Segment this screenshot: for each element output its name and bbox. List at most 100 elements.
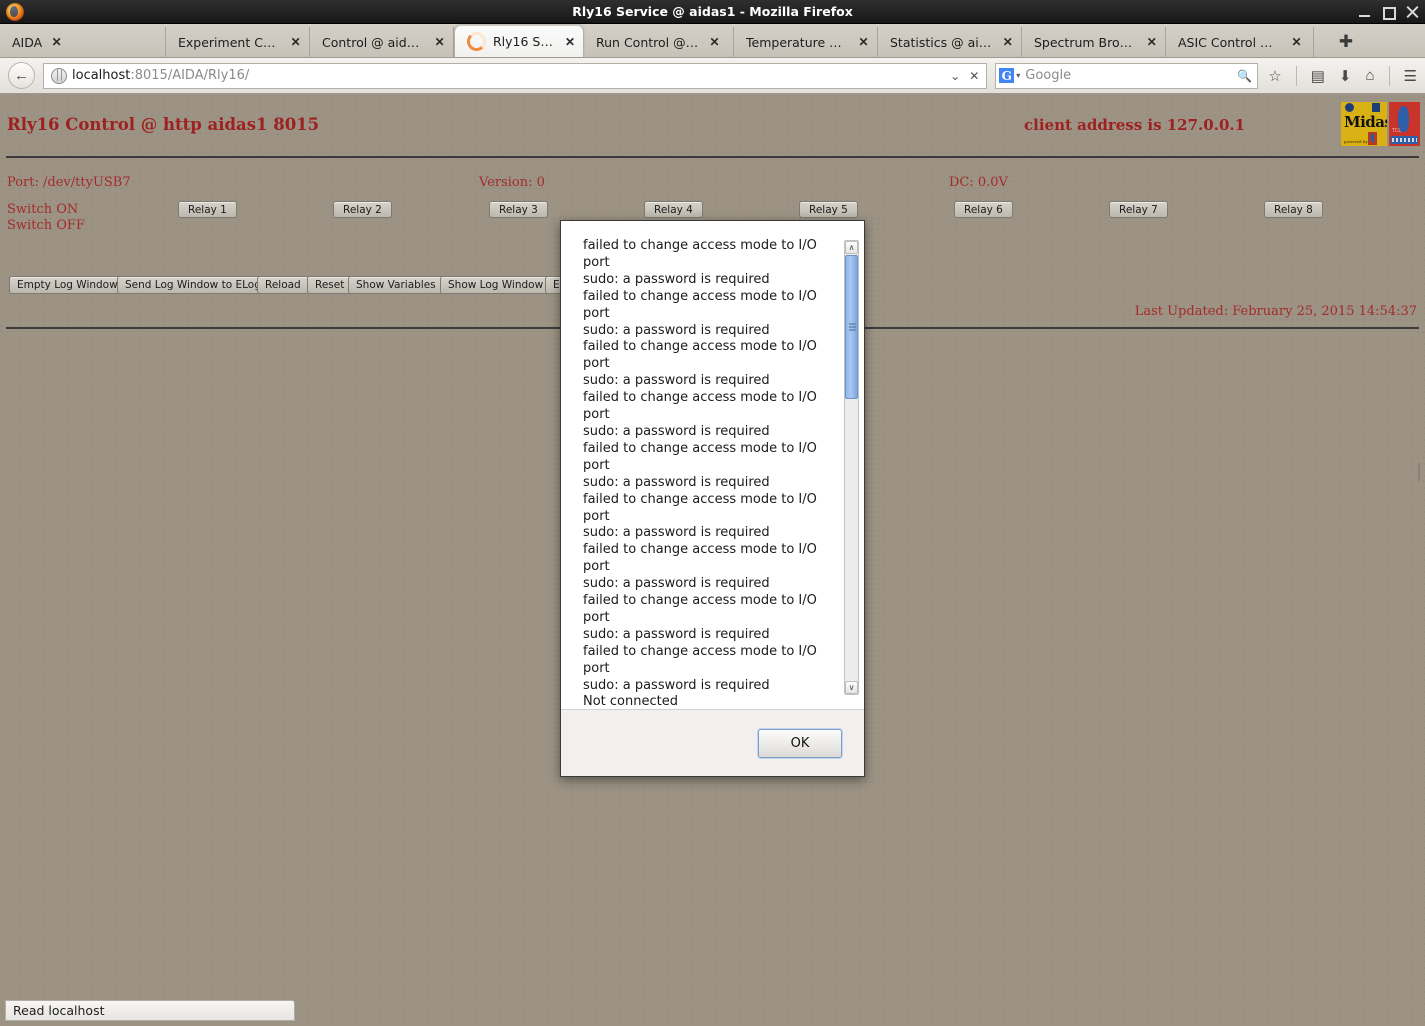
download-icon[interactable]: ⬇ bbox=[1339, 67, 1352, 85]
close-icon[interactable]: ✕ bbox=[1003, 36, 1013, 48]
close-icon[interactable]: ✕ bbox=[709, 36, 720, 48]
back-button[interactable]: ← bbox=[8, 62, 35, 89]
stop-icon[interactable]: ✕ bbox=[969, 69, 979, 83]
action-button-5[interactable]: Show Log Window bbox=[440, 276, 552, 294]
window-controls bbox=[1358, 0, 1419, 24]
close-icon[interactable]: ✕ bbox=[565, 36, 575, 48]
bookmark-star-icon[interactable]: ☆ bbox=[1268, 67, 1281, 85]
midas-logo-dot bbox=[1345, 103, 1354, 112]
dialog-message: failed to change access mode to I/O port… bbox=[583, 238, 817, 709]
tcl-logo-icon: TCL bbox=[1389, 102, 1420, 146]
search-input[interactable]: Google bbox=[1025, 68, 1071, 83]
tab-bar: AIDA ✕ Experiment Co… ✕ Control @ aidas1 ✕ Rly… bbox=[0, 24, 1425, 58]
toolbar-icons: ☆ ▤ ⬇ ⌂ ☰ bbox=[1266, 65, 1417, 86]
midas-logo-shield bbox=[1372, 103, 1380, 112]
close-icon[interactable]: ✕ bbox=[434, 36, 445, 48]
minimize-button[interactable] bbox=[1358, 6, 1371, 19]
tab-label: Statistics @ aid… bbox=[890, 34, 994, 50]
header-divider bbox=[6, 156, 1419, 158]
tab-4[interactable]: Run Control @ … ✕ bbox=[584, 27, 734, 57]
close-icon[interactable]: ✕ bbox=[858, 36, 869, 48]
divider bbox=[1388, 65, 1390, 86]
logo-group: Midas powered by TCL bbox=[1341, 102, 1420, 146]
chevron-down-icon[interactable]: ▾ bbox=[1016, 71, 1020, 80]
tab-label: Experiment Co… bbox=[178, 34, 282, 50]
google-icon[interactable]: G bbox=[999, 68, 1015, 83]
port-label: Port: /dev/ttyUSB7 bbox=[7, 175, 131, 190]
url-host: localhost bbox=[72, 68, 131, 83]
action-button-4[interactable]: Show Variables bbox=[348, 276, 444, 294]
window-title: Rly16 Service @ aidas1 - Mozilla Firefox bbox=[572, 4, 853, 19]
ok-button[interactable]: OK bbox=[758, 728, 842, 758]
scrollbar-grip-icon bbox=[849, 323, 856, 331]
close-icon[interactable]: ✕ bbox=[1291, 36, 1302, 48]
tab-5[interactable]: Temperature a… ✕ bbox=[734, 27, 878, 57]
midas-logo-text: Midas bbox=[1344, 113, 1387, 131]
close-window-button[interactable] bbox=[1406, 6, 1419, 19]
close-icon[interactable]: ✕ bbox=[1147, 36, 1158, 48]
last-updated-label: Last Updated: February 25, 2015 14:54:37 bbox=[1134, 304, 1417, 319]
globe-icon bbox=[51, 67, 67, 84]
scroll-up-arrow-icon[interactable]: ∧ bbox=[845, 241, 858, 254]
window-titlebar: Rly16 Service @ aidas1 - Mozilla Firefox bbox=[0, 0, 1425, 24]
reader-list-icon[interactable]: ▤ bbox=[1311, 67, 1325, 85]
relay-button-4[interactable]: Relay 4 bbox=[644, 201, 703, 218]
url-bar-icons: ⌄ ✕ bbox=[950, 69, 982, 83]
scrollbar-thumb[interactable] bbox=[845, 255, 858, 399]
client-address-label: client address is 127.0.0.1 bbox=[1024, 116, 1246, 134]
maximize-button[interactable] bbox=[1382, 6, 1396, 20]
firefox-window: Rly16 Service @ aidas1 - Mozilla Firefox… bbox=[0, 0, 1425, 1026]
switch-on-label: Switch ON bbox=[7, 202, 79, 217]
url-text: localhost:8015/AIDA/Rly16/ bbox=[72, 68, 249, 83]
dialog-body: failed to change access mode to I/O port… bbox=[561, 221, 864, 709]
tab-label: Spectrum Brow… bbox=[1034, 34, 1138, 50]
action-button-3[interactable]: Reset bbox=[307, 276, 353, 294]
tab-3[interactable]: Rly16 Servi… ✕ bbox=[454, 25, 584, 57]
tab-1[interactable]: Experiment Co… ✕ bbox=[166, 27, 310, 57]
relay-button-8[interactable]: Relay 8 bbox=[1264, 201, 1323, 218]
url-bar[interactable]: localhost:8015/AIDA/Rly16/ ⌄ ✕ bbox=[43, 62, 988, 89]
tab-label: Control @ aidas1 bbox=[322, 34, 426, 50]
chevron-down-icon[interactable]: ⌄ bbox=[950, 69, 960, 83]
tab-7[interactable]: Spectrum Brow… ✕ bbox=[1022, 27, 1166, 57]
action-button-0[interactable]: Empty Log Window bbox=[9, 276, 126, 294]
new-tab-button[interactable]: ✚ bbox=[1314, 27, 1374, 57]
divider bbox=[1295, 65, 1297, 86]
relay-button-7[interactable]: Relay 7 bbox=[1109, 201, 1168, 218]
menu-icon[interactable]: ☰ bbox=[1404, 67, 1417, 85]
tab-8[interactable]: ASIC Control @… ✕ bbox=[1166, 27, 1314, 57]
tcl-logo-band bbox=[1391, 136, 1418, 144]
midas-logo-sub: powered by bbox=[1344, 139, 1368, 144]
relay-button-6[interactable]: Relay 6 bbox=[954, 201, 1013, 218]
midas-logo-card bbox=[1368, 132, 1377, 145]
version-label: Version: 0 bbox=[479, 175, 545, 190]
tab-6[interactable]: Statistics @ aid… ✕ bbox=[878, 27, 1022, 57]
action-button-1[interactable]: Send Log Window to ELog bbox=[117, 276, 269, 294]
midas-logo-icon: Midas powered by bbox=[1341, 102, 1387, 146]
dialog-scrollbar[interactable]: ∧ ∨ bbox=[844, 240, 859, 695]
relay-button-1[interactable]: Relay 1 bbox=[178, 201, 237, 218]
tab-2[interactable]: Control @ aidas1 ✕ bbox=[310, 27, 454, 57]
status-bar: Read localhost bbox=[5, 1000, 295, 1021]
search-bar[interactable]: G ▾ Google 🔍 bbox=[995, 62, 1259, 89]
search-icon[interactable]: 🔍 bbox=[1237, 69, 1254, 83]
scroll-down-arrow-icon[interactable]: ∨ bbox=[845, 681, 858, 694]
page-title: Rly16 Control @ http aidas1 8015 bbox=[7, 115, 320, 134]
navigation-toolbar: ← localhost:8015/AIDA/Rly16/ ⌄ ✕ G ▾ Goo… bbox=[0, 58, 1425, 94]
tab-label: Run Control @ … bbox=[596, 34, 700, 50]
tab-0[interactable]: AIDA ✕ bbox=[0, 27, 166, 57]
tab-label: Temperature a… bbox=[746, 34, 850, 50]
dc-label: DC: 0.0V bbox=[949, 175, 1008, 190]
close-icon[interactable]: ✕ bbox=[290, 36, 301, 48]
tab-label: AIDA bbox=[12, 34, 43, 50]
close-icon[interactable]: ✕ bbox=[51, 36, 62, 48]
tcl-logo-text: TCL bbox=[1392, 128, 1402, 134]
relay-button-3[interactable]: Relay 3 bbox=[489, 201, 548, 218]
page-scroll-handle[interactable] bbox=[1418, 463, 1420, 481]
relay-button-5[interactable]: Relay 5 bbox=[799, 201, 858, 218]
tab-label: ASIC Control @… bbox=[1178, 34, 1282, 50]
alert-dialog: failed to change access mode to I/O port… bbox=[560, 220, 865, 777]
action-button-2[interactable]: Reload bbox=[257, 276, 309, 294]
relay-button-2[interactable]: Relay 2 bbox=[333, 201, 392, 218]
home-icon[interactable]: ⌂ bbox=[1365, 67, 1374, 84]
